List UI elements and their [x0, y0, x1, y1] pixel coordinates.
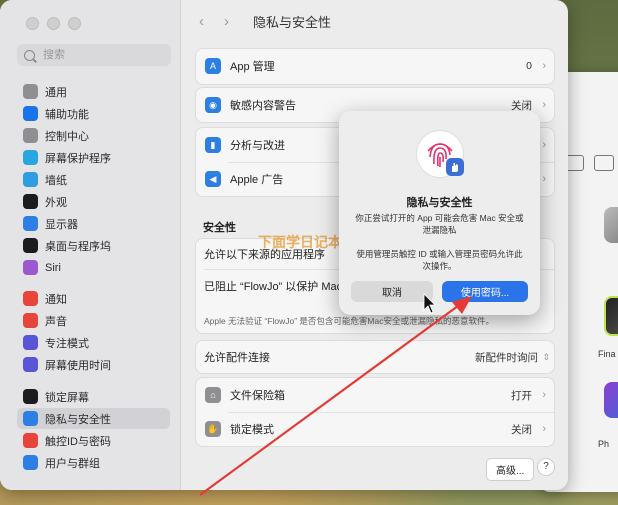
annotation-arrow — [199, 302, 463, 496]
mouse-cursor-icon — [423, 293, 436, 314]
annotation-overlay — [199, 293, 472, 496]
annotation-arrowhead — [452, 296, 472, 314]
